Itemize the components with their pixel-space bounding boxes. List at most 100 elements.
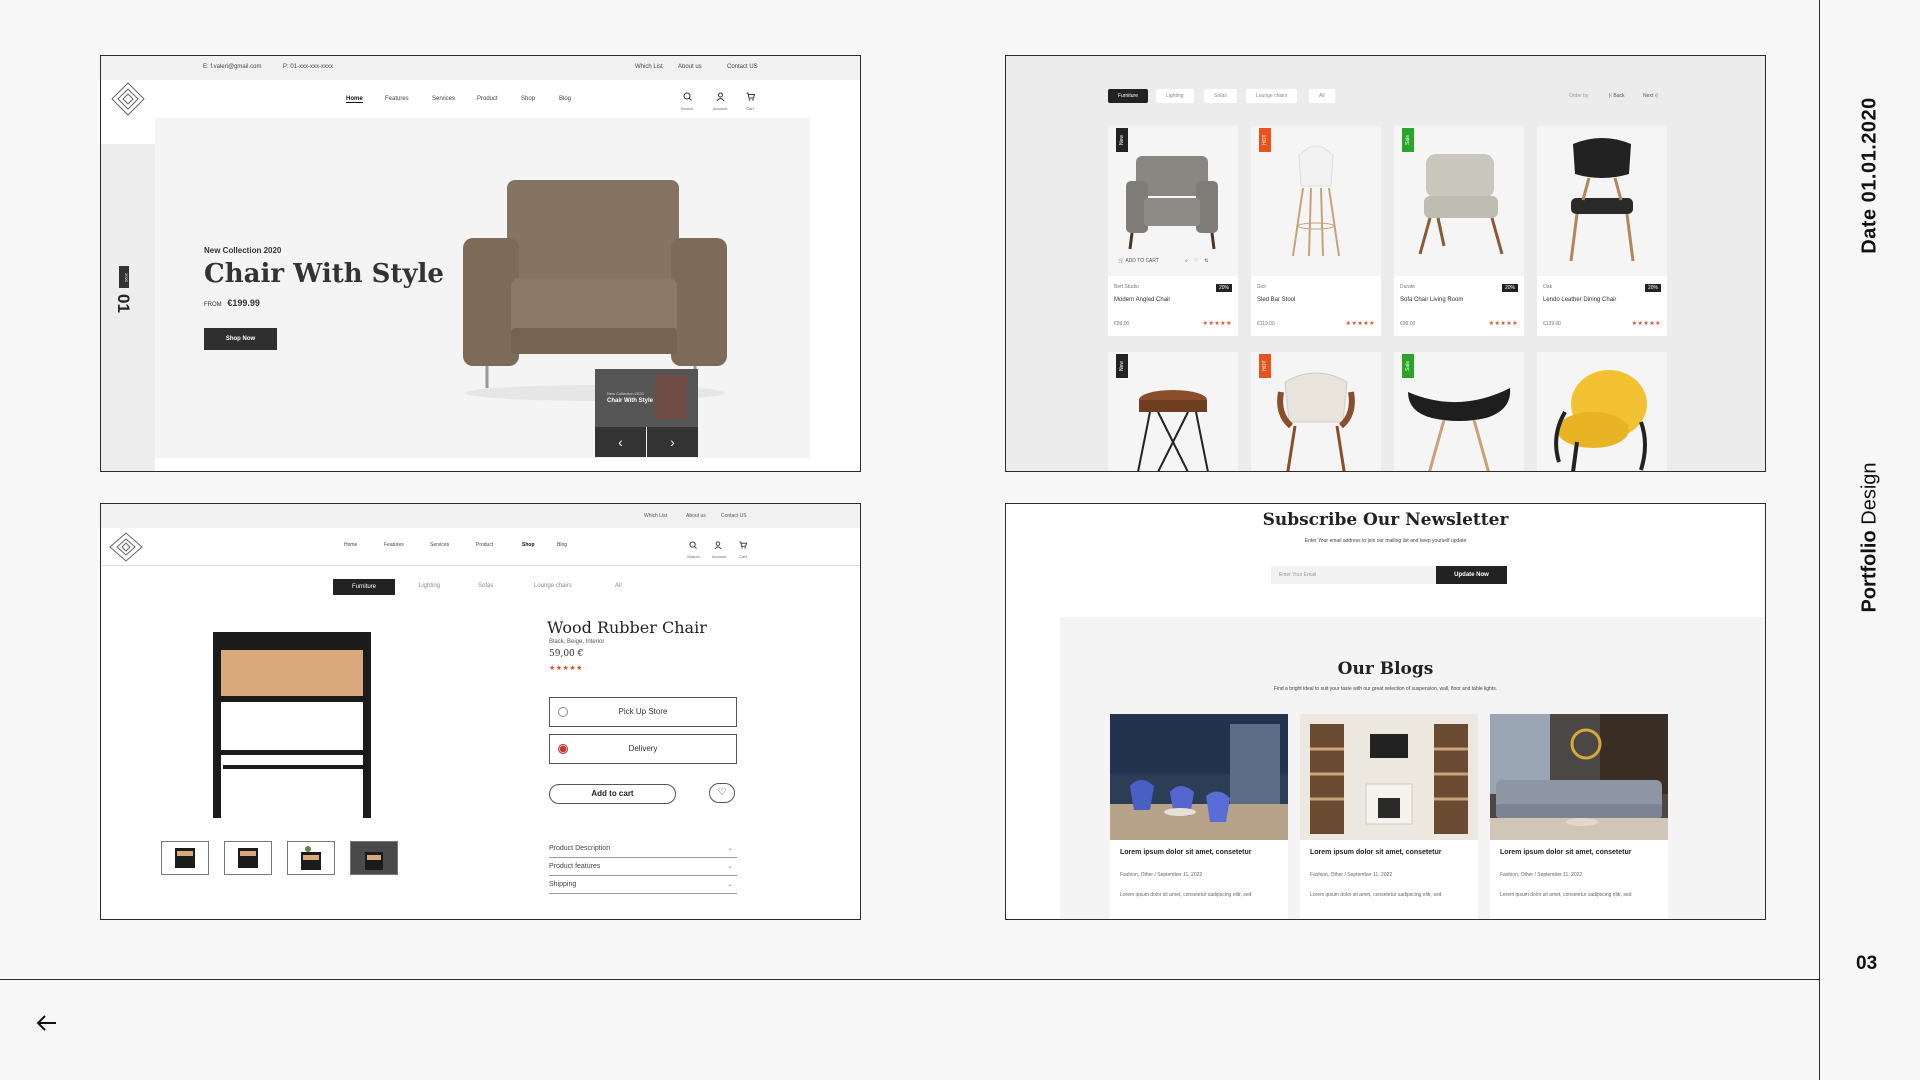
- blog-card[interactable]: Lorem ipsum dolor sit amet, consetetur F…: [1300, 714, 1478, 919]
- cart-button[interactable]: Cart: [743, 88, 757, 111]
- tab-all[interactable]: All: [615, 583, 622, 589]
- pickup-option[interactable]: Pick Up Store: [549, 697, 737, 727]
- search-button[interactable]: Search: [680, 88, 694, 111]
- search-button[interactable]: Search: [687, 536, 700, 559]
- product-card[interactable]: [1537, 352, 1667, 471]
- badge: New: [1116, 354, 1128, 378]
- next-slide-button[interactable]: ›: [647, 427, 698, 457]
- blog-meta: Fashion, Other / September 11, 2022: [1120, 872, 1203, 878]
- portfolio-label: Portfolio Design: [1859, 438, 1882, 638]
- compare-icon[interactable]: ⇅: [1204, 258, 1208, 264]
- chevron-down-icon: ⌄: [727, 845, 733, 852]
- nav-blog[interactable]: Blog: [559, 96, 571, 102]
- product-card[interactable]: HOT Stol Sled Bar Stool €119.00 ★★★★★: [1251, 126, 1381, 336]
- prev-slide-button[interactable]: ‹: [595, 427, 646, 457]
- chevron-down-icon: ⌄: [727, 863, 733, 870]
- shop-now-button[interactable]: Shop Now: [204, 328, 277, 350]
- nav-shop[interactable]: Shop: [521, 96, 535, 102]
- product-card[interactable]: New: [1108, 352, 1238, 471]
- mini-kicker: New Collection 2020: [607, 391, 644, 396]
- nav-blog[interactable]: Blog: [557, 542, 567, 548]
- blog-card[interactable]: Lorem ipsum dolor sit amet, consetetur F…: [1490, 714, 1668, 919]
- hero-price-row: FROM €199.99: [204, 298, 260, 308]
- product-card[interactable]: Oak Lendo Leather Dining Chair 20% €139.…: [1537, 126, 1667, 336]
- back-arrow-icon[interactable]: [34, 1010, 60, 1036]
- newsletter-subtitle: Enter Your email address to join our mai…: [1304, 538, 1467, 544]
- product-name: Modern Angled Chair: [1114, 297, 1171, 303]
- update-now-button[interactable]: Update Now: [1436, 566, 1507, 584]
- product-card[interactable]: Sale: [1394, 352, 1524, 471]
- main-nav: Home Features Services Product Shop Blog…: [101, 80, 860, 120]
- living-shelves-image: [1310, 724, 1468, 834]
- hero-kicker: New Collection 2020: [204, 246, 282, 255]
- badge: Sale: [1402, 128, 1414, 152]
- mini-title: Chair With Style: [607, 398, 653, 404]
- slide-number: 01: [114, 294, 133, 313]
- tab-furniture[interactable]: Furniture: [333, 579, 395, 595]
- contact-link[interactable]: Contact US: [727, 64, 758, 70]
- chevron-left-icon: ‹: [618, 434, 623, 450]
- cart-label: Cart: [746, 106, 754, 111]
- account-label: Account: [712, 554, 727, 559]
- chevron-right-icon: ›: [670, 434, 675, 450]
- add-to-cart-button[interactable]: Add to cart: [549, 784, 676, 804]
- nav-services[interactable]: Services: [432, 96, 455, 102]
- add-to-cart-link[interactable]: 🛒 ADD TO CART: [1118, 258, 1159, 264]
- accordion-product-description[interactable]: Product Description ⌄: [549, 840, 737, 858]
- blog-card[interactable]: Lorem ipsum dolor sit amet, consetetur F…: [1110, 714, 1288, 919]
- back-link[interactable]: |‹ Back: [1609, 93, 1624, 99]
- quick-actions: 🛒 ADD TO CART ⌕ ♡ ⇅: [1118, 258, 1208, 264]
- wishlist-link[interactable]: Which List: [644, 513, 667, 519]
- pickup-radio[interactable]: [558, 707, 568, 717]
- nav-product[interactable]: Product: [476, 542, 493, 548]
- mini-slide-card[interactable]: New Collection 2020 Chair With Style: [595, 369, 698, 427]
- wishlist-button[interactable]: ♡: [709, 783, 735, 803]
- zoom-icon[interactable]: ⌕: [1185, 258, 1188, 264]
- about-link[interactable]: About us: [686, 513, 706, 519]
- account-button[interactable]: Account: [712, 536, 727, 559]
- product-thumbnail[interactable]: [224, 841, 272, 875]
- email-input[interactable]: Enter Your Email: [1271, 566, 1436, 584]
- blog-image: [1110, 714, 1288, 840]
- rating-stars: ★★★★★: [549, 665, 583, 672]
- tab-lighting[interactable]: Lighting: [419, 583, 440, 589]
- tab-sofas[interactable]: Sofas: [1204, 89, 1237, 103]
- delivery-option[interactable]: Delivery: [549, 734, 737, 764]
- tab-lighting[interactable]: Lighting: [1156, 89, 1194, 103]
- wishlist-link[interactable]: Which List: [635, 64, 663, 70]
- product-card[interactable]: New 🛒 ADD TO CART ⌕ ♡ ⇅ Bert Studio Mode…: [1108, 126, 1238, 336]
- tab-all[interactable]: All: [1309, 89, 1335, 103]
- search-label: Search: [680, 106, 694, 111]
- contact-link[interactable]: Contact US: [721, 513, 747, 519]
- nav-home[interactable]: Home: [344, 542, 357, 548]
- product-card[interactable]: Sale Durate Sofa Chair Living Room 20% €…: [1394, 126, 1524, 336]
- delivery-radio[interactable]: [558, 744, 568, 754]
- product-name: Sled Bar Stool: [1257, 297, 1296, 303]
- about-link[interactable]: About us: [678, 64, 702, 70]
- accordion-shipping[interactable]: Shipping ⌄: [549, 876, 737, 894]
- nav-services[interactable]: Services: [430, 542, 449, 548]
- nav-home[interactable]: Home: [346, 96, 363, 103]
- cart-icon: [746, 92, 755, 101]
- product-image: [1537, 352, 1667, 471]
- product-thumbnail[interactable]: [287, 841, 335, 875]
- tab-sofas[interactable]: Sofas: [478, 583, 493, 589]
- tab-furniture[interactable]: Furniture: [1108, 89, 1149, 103]
- cart-button[interactable]: Cart: [737, 536, 749, 559]
- diamond-logo-icon[interactable]: [111, 82, 145, 116]
- diamond-logo-icon[interactable]: [109, 530, 143, 564]
- tab-lounge-chairs[interactable]: Lounge chairs: [534, 583, 572, 589]
- nav-product[interactable]: Product: [477, 96, 498, 102]
- nav-shop[interactable]: Shop: [522, 542, 535, 548]
- product-thumbnail[interactable]: [161, 841, 209, 875]
- tab-lounge-chairs[interactable]: Lounge chairs: [1246, 89, 1298, 103]
- product-card[interactable]: HOT: [1251, 352, 1381, 471]
- product-thumbnail[interactable]: [350, 841, 398, 875]
- nav-features[interactable]: Features: [384, 542, 404, 548]
- accordion-product-features[interactable]: Product features ⌄: [549, 858, 737, 876]
- heart-icon[interactable]: ♡: [1194, 258, 1198, 264]
- account-button[interactable]: Account: [713, 88, 727, 111]
- next-link[interactable]: Next ›|: [1643, 93, 1658, 99]
- accordion-label: Product Description: [549, 845, 611, 852]
- nav-features[interactable]: Features: [385, 96, 409, 102]
